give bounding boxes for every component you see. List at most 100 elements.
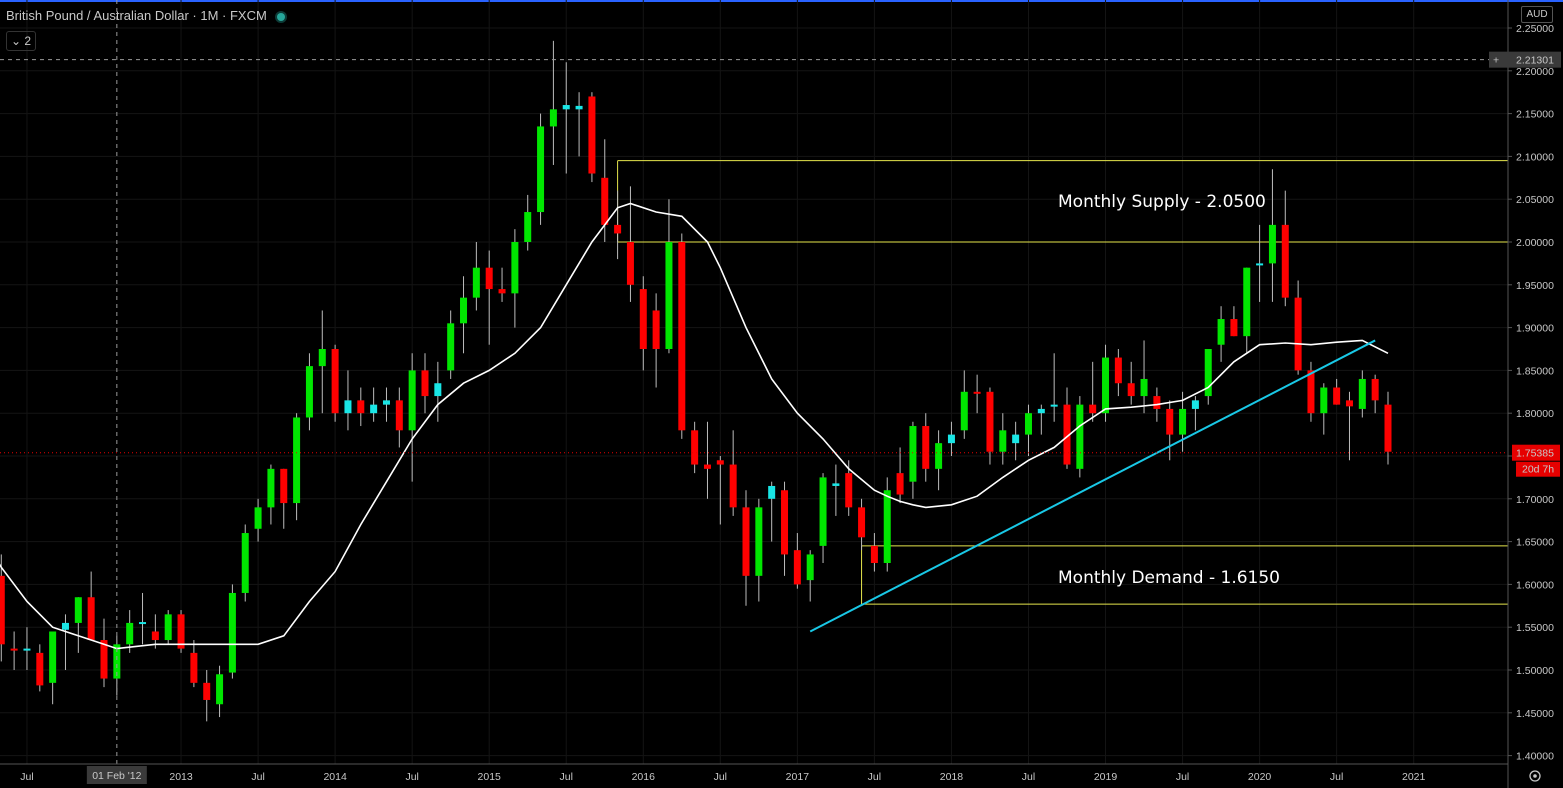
candle[interactable] — [1345, 391, 1353, 461]
candle[interactable] — [280, 468, 288, 529]
candle[interactable] — [614, 190, 622, 260]
candle[interactable] — [267, 464, 275, 525]
candle[interactable] — [742, 490, 750, 606]
candle[interactable] — [1127, 361, 1135, 405]
candle[interactable] — [370, 387, 378, 422]
candle[interactable] — [1114, 349, 1122, 397]
candle[interactable] — [947, 421, 955, 456]
candle[interactable] — [511, 229, 519, 328]
candle[interactable] — [832, 464, 840, 516]
candle[interactable] — [1320, 383, 1328, 435]
candle[interactable] — [806, 550, 814, 602]
candle[interactable] — [74, 597, 82, 653]
candle[interactable] — [344, 370, 352, 431]
candle[interactable] — [61, 614, 69, 670]
candle[interactable] — [10, 631, 18, 670]
candle[interactable] — [729, 430, 737, 516]
candle[interactable] — [203, 670, 211, 722]
candle[interactable] — [1268, 169, 1276, 302]
candle[interactable] — [755, 498, 763, 602]
candle[interactable] — [1358, 370, 1366, 418]
settings-icon[interactable] — [1529, 770, 1541, 782]
candle[interactable] — [870, 533, 878, 572]
candle[interactable] — [909, 421, 917, 499]
candle[interactable] — [858, 498, 866, 551]
candle[interactable] — [652, 293, 660, 388]
candle[interactable] — [216, 665, 224, 718]
currency-button[interactable]: AUD — [1521, 6, 1553, 23]
candle[interactable] — [537, 113, 545, 225]
candle[interactable] — [781, 481, 789, 576]
price-chart[interactable]: Monthly Supply - 2.0500 Monthly Demand - … — [0, 0, 1563, 788]
candle[interactable] — [703, 421, 711, 499]
candle[interactable] — [23, 627, 31, 670]
candle[interactable] — [1063, 387, 1071, 469]
candle[interactable] — [1012, 421, 1020, 461]
candle[interactable] — [678, 233, 686, 439]
candle[interactable] — [1037, 404, 1045, 435]
candle[interactable] — [318, 310, 326, 414]
candle[interactable] — [177, 610, 185, 653]
candle[interactable] — [1243, 267, 1251, 354]
candle[interactable] — [190, 640, 198, 688]
candle[interactable] — [139, 592, 147, 645]
candle[interactable] — [768, 481, 776, 542]
candle[interactable] — [293, 413, 301, 521]
zone-annotation[interactable]: Monthly Demand - 1.6150 — [1058, 568, 1280, 588]
collapse-indicators-button[interactable]: ⌄ 2 — [6, 31, 36, 51]
candle[interactable] — [241, 524, 249, 602]
candle[interactable] — [1294, 280, 1302, 375]
candle[interactable] — [1333, 378, 1341, 405]
candle[interactable] — [973, 374, 981, 414]
candle[interactable] — [1371, 374, 1379, 414]
candle[interactable] — [691, 421, 699, 474]
candle[interactable] — [575, 92, 583, 157]
candle[interactable] — [87, 571, 95, 641]
candle[interactable] — [228, 584, 236, 679]
candle[interactable] — [883, 477, 891, 572]
candle[interactable] — [305, 353, 313, 431]
candle[interactable] — [164, 610, 172, 645]
candle[interactable] — [999, 413, 1007, 465]
candle[interactable] — [1076, 396, 1084, 478]
candle[interactable] — [1230, 306, 1238, 337]
price-axis[interactable]: 2.250002.200002.150002.100002.050002.000… — [1508, 23, 1554, 763]
candle[interactable] — [1024, 404, 1032, 456]
candle[interactable] — [601, 139, 609, 242]
candle[interactable] — [472, 242, 480, 311]
candle[interactable] — [935, 430, 943, 491]
candle[interactable] — [331, 344, 339, 422]
candle[interactable] — [382, 387, 390, 422]
candle[interactable] — [151, 614, 159, 649]
candle[interactable] — [1256, 224, 1264, 302]
candle[interactable] — [254, 498, 262, 542]
candle[interactable] — [421, 353, 429, 414]
candle[interactable] — [408, 353, 416, 482]
zone-annotation[interactable]: Monthly Supply - 2.0500 — [1058, 192, 1266, 212]
candle[interactable] — [665, 199, 673, 354]
time-axis[interactable]: Jul 2013 Jul 2014 Jul 2015 Jul 2016 Jul 2017 Jul 20… — [20, 771, 1425, 783]
candle[interactable] — [1166, 400, 1174, 461]
candle[interactable] — [49, 631, 57, 705]
candle[interactable] — [1217, 306, 1225, 362]
candle[interactable] — [36, 644, 44, 692]
candle[interactable] — [1050, 353, 1058, 422]
candle[interactable] — [1384, 391, 1392, 465]
candle[interactable] — [1307, 361, 1315, 422]
candle[interactable] — [922, 413, 930, 482]
candle[interactable] — [357, 387, 365, 427]
candle[interactable] — [588, 92, 596, 183]
candle[interactable] — [460, 276, 468, 354]
candle[interactable] — [819, 473, 827, 563]
candle[interactable] — [1140, 340, 1148, 414]
candle[interactable] — [1204, 349, 1212, 405]
candle[interactable] — [960, 370, 968, 439]
candle[interactable] — [447, 310, 455, 379]
crosshair-plus-icon[interactable]: + — [1493, 55, 1499, 67]
candle[interactable] — [485, 250, 493, 345]
candle[interactable] — [639, 276, 647, 371]
candle[interactable] — [716, 456, 724, 525]
candle[interactable] — [100, 618, 108, 688]
candle[interactable] — [395, 387, 403, 448]
candle[interactable] — [1281, 190, 1289, 307]
